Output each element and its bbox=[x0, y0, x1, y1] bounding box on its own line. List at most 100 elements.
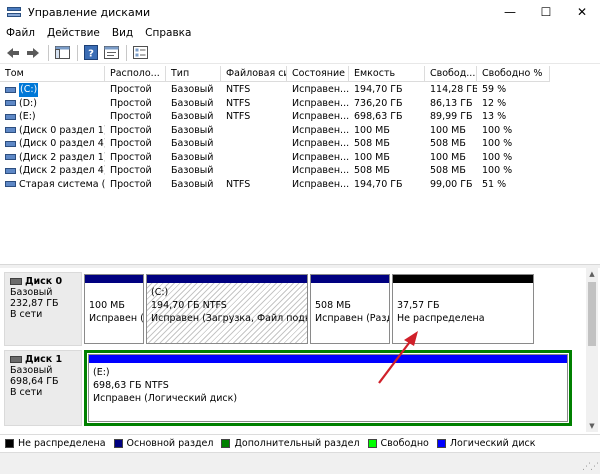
cell-file-system: NTFS bbox=[226, 178, 251, 190]
volume-icon bbox=[5, 167, 16, 174]
cell-file-system: NTFS bbox=[226, 84, 251, 95]
disk-1-state: В сети bbox=[10, 387, 43, 398]
volume-name: (D:) bbox=[19, 97, 37, 109]
help-icon[interactable]: ? bbox=[82, 44, 100, 62]
cell-free-space: 99,00 ГБ bbox=[430, 178, 473, 190]
volume-icon bbox=[5, 154, 16, 161]
partition-type-bar bbox=[85, 275, 143, 283]
legend-swatch bbox=[436, 439, 446, 448]
toolbar-separator bbox=[48, 44, 49, 61]
disk-icon bbox=[10, 278, 22, 285]
volume-name: (C:) bbox=[19, 83, 39, 97]
legend-label: Не распределена bbox=[18, 438, 106, 449]
cell-type: Базовый bbox=[171, 178, 214, 190]
volume-name: Старая система (F:) bbox=[19, 178, 105, 190]
cell-type: Базовый bbox=[171, 124, 214, 136]
cell-status: Исправен... bbox=[292, 111, 349, 122]
table-row[interactable]: (Диск 2 раздел 1) Простой Базовый Исправен.… bbox=[0, 151, 550, 165]
disk-0-label[interactable]: Диск 0 Базовый 232,87 ГБ В сети bbox=[4, 272, 82, 346]
volume-name: (Диск 2 раздел 4) bbox=[19, 165, 105, 176]
column-header-layout[interactable]: Располо... bbox=[105, 66, 166, 82]
partition-disk0-unallocated[interactable]: 37,57 ГБ Не распределена bbox=[392, 274, 534, 344]
cell-file-system: NTFS bbox=[226, 111, 251, 122]
menu-action[interactable]: Действие bbox=[41, 27, 106, 39]
partition-info: (C:) 194,70 ГБ NTFS Исправен (Загрузка, … bbox=[147, 283, 307, 343]
console-tree-icon[interactable] bbox=[53, 44, 71, 62]
menu-file[interactable]: Файл bbox=[0, 27, 41, 39]
cell-status: Исправен... bbox=[292, 124, 349, 136]
minimize-button[interactable]: — bbox=[492, 0, 528, 24]
table-row[interactable]: (D:) Простой Базовый NTFS Исправен... 736,20 … bbox=[0, 97, 550, 111]
cell-layout: Простой bbox=[110, 151, 152, 163]
cell-free-percent: 100 % bbox=[482, 165, 513, 176]
list-view-icon[interactable] bbox=[131, 44, 149, 62]
volume-name: (Диск 0 раздел 4) bbox=[19, 138, 105, 149]
cell-free-percent: 12 % bbox=[482, 97, 507, 109]
volume-icon bbox=[5, 113, 16, 120]
partition-disk0-c[interactable]: (C:) 194,70 ГБ NTFS Исправен (Загрузка, … bbox=[146, 274, 308, 344]
column-header-file-system[interactable]: Файловая система bbox=[221, 66, 287, 82]
maximize-button[interactable]: ☐ bbox=[528, 0, 564, 24]
cell-status: Исправен... bbox=[292, 165, 349, 176]
cell-layout: Простой bbox=[110, 84, 152, 95]
cell-free-space: 114,28 ГБ bbox=[430, 84, 477, 95]
menu-bar: Файл Действие Вид Справка bbox=[0, 24, 600, 42]
window-title: Управление дисками bbox=[28, 5, 151, 19]
table-row[interactable]: (C:) Простой Базовый NTFS Исправен... 194,70 … bbox=[0, 83, 550, 97]
cell-type: Базовый bbox=[171, 138, 214, 149]
column-header-capacity[interactable]: Емкость bbox=[349, 66, 425, 82]
table-row[interactable]: (Диск 0 раздел 1) Простой Базовый Исправен.… bbox=[0, 124, 550, 138]
cell-status: Исправен... bbox=[292, 97, 349, 109]
legend-item: Логический диск bbox=[436, 438, 535, 449]
scrollbar-thumb[interactable] bbox=[588, 282, 596, 346]
svg-text:?: ? bbox=[88, 49, 94, 60]
legend-swatch bbox=[113, 439, 123, 448]
table-row[interactable]: Старая система (F:) Простой Базовый NTFS Исп… bbox=[0, 178, 550, 192]
cell-free-space: 100 МБ bbox=[430, 124, 466, 136]
scroll-up-icon[interactable]: ▲ bbox=[586, 268, 598, 280]
table-row[interactable]: (E:) Простой Базовый NTFS Исправен... 698,63 … bbox=[0, 110, 550, 124]
cell-status: Исправен... bbox=[292, 151, 349, 163]
legend-label: Дополнительный раздел bbox=[234, 438, 360, 449]
cell-type: Базовый bbox=[171, 151, 214, 163]
back-icon[interactable] bbox=[4, 44, 22, 62]
title-bar: Управление дисками — ☐ ✕ bbox=[0, 0, 600, 24]
table-row[interactable]: (Диск 0 раздел 4) Простой Базовый Исправен.… bbox=[0, 137, 550, 151]
column-header-type[interactable]: Тип bbox=[166, 66, 221, 82]
partition-disk0-p4[interactable]: 508 МБ Исправен (Разде bbox=[310, 274, 390, 344]
scroll-down-icon[interactable]: ▼ bbox=[586, 420, 598, 432]
column-header-volume[interactable]: Том bbox=[0, 66, 105, 82]
table-row[interactable]: (Диск 2 раздел 4) Простой Базовый Исправен.… bbox=[0, 164, 550, 178]
cell-layout: Простой bbox=[110, 138, 152, 149]
disk-1-size: 698,64 ГБ bbox=[10, 376, 59, 387]
volume-list: Том Располо... Тип Файловая система Сост… bbox=[0, 66, 600, 264]
resize-grip-icon[interactable]: ⋰⋰ bbox=[582, 462, 599, 472]
disk-1-label[interactable]: Диск 1 Базовый 698,64 ГБ В сети bbox=[4, 350, 82, 426]
close-button[interactable]: ✕ bbox=[564, 0, 600, 24]
cell-volume: (C:) bbox=[0, 83, 105, 97]
menu-view[interactable]: Вид bbox=[106, 27, 139, 39]
volume-name: (E:) bbox=[19, 111, 36, 122]
cell-volume: (Диск 2 раздел 1) bbox=[0, 151, 105, 165]
cell-volume: (Диск 2 раздел 4) bbox=[0, 164, 105, 178]
column-header-status[interactable]: Состояние bbox=[287, 66, 349, 82]
menu-help[interactable]: Справка bbox=[139, 27, 197, 39]
cell-layout: Простой bbox=[110, 165, 152, 176]
partition-disk0-p1[interactable]: 100 МБ Исправен ( bbox=[84, 274, 144, 344]
disk-map-scrollbar[interactable]: ▲ ▼ bbox=[586, 268, 598, 432]
cell-type: Базовый bbox=[171, 111, 214, 122]
disk-management-app-icon bbox=[6, 5, 22, 19]
partition-disk1-e[interactable]: (E:) 698,63 ГБ NTFS Исправен (Логический… bbox=[88, 354, 568, 422]
cell-free-percent: 59 % bbox=[482, 84, 507, 95]
column-header-free-percent[interactable]: Свободно % bbox=[477, 66, 550, 82]
forward-icon[interactable] bbox=[24, 44, 42, 62]
cell-free-percent: 100 % bbox=[482, 138, 513, 149]
cell-free-space: 89,99 ГБ bbox=[430, 111, 473, 122]
cell-status: Исправен... bbox=[292, 84, 349, 95]
cell-layout: Простой bbox=[110, 124, 152, 136]
partition-info: 100 МБ Исправен ( bbox=[89, 300, 143, 324]
properties-icon[interactable] bbox=[102, 44, 120, 62]
cell-free-space: 100 МБ bbox=[430, 151, 466, 163]
column-header-free-space[interactable]: Свобод... bbox=[425, 66, 477, 82]
cell-capacity: 508 МБ bbox=[354, 138, 390, 149]
